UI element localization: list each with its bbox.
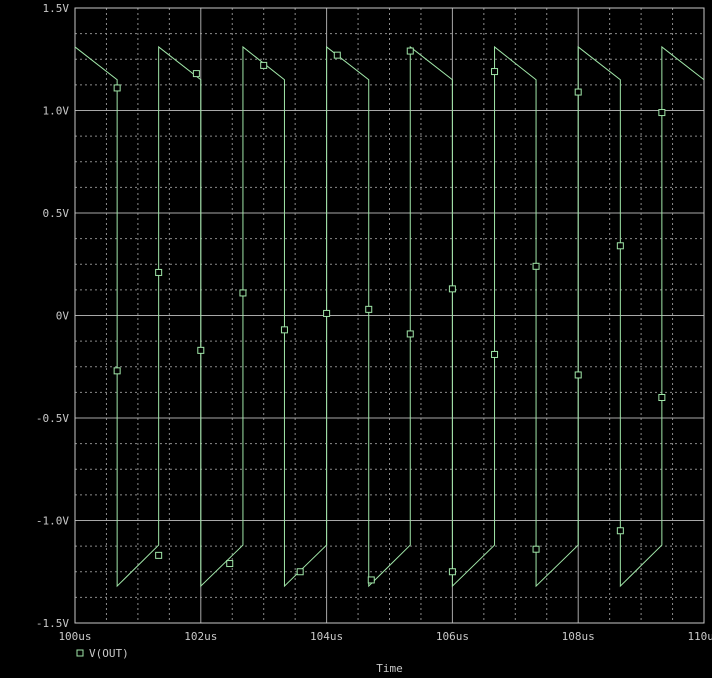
y-tick-label: 1.0V	[43, 105, 70, 118]
legend-label-vout: V(OUT)	[89, 647, 129, 660]
y-tick-label: -1.5V	[36, 617, 69, 630]
data-marker	[658, 109, 666, 117]
data-marker	[616, 242, 624, 250]
data-marker	[532, 545, 540, 553]
x-tick-label: 108us	[562, 630, 595, 643]
y-tick-label: 1.5V	[43, 2, 70, 15]
chart: 1.5V 1.0V 0.5V 0V -0.5V -1.0V -1.5V 100us 102us 1…	[0, 0, 712, 678]
y-tick-label: 0V	[56, 310, 70, 323]
data-marker	[296, 568, 304, 576]
data-marker	[491, 350, 499, 358]
data-marker	[323, 309, 331, 317]
data-marker	[367, 576, 375, 584]
x-tick-label: 110us	[687, 630, 712, 643]
data-marker	[406, 47, 414, 55]
data-marker	[532, 262, 540, 270]
chart-svg: 1.5V 1.0V 0.5V 0V -0.5V -1.0V -1.5V100us 102us 1…	[36, 2, 712, 675]
data-marker	[113, 84, 121, 92]
data-marker	[280, 326, 288, 334]
data-marker	[448, 285, 456, 293]
data-marker	[616, 527, 624, 535]
data-marker	[113, 367, 121, 375]
data-marker	[574, 88, 582, 96]
x-tick-label: 102us	[184, 630, 217, 643]
x-tick-label: 106us	[436, 630, 469, 643]
data-marker	[226, 560, 234, 568]
data-marker	[155, 551, 163, 559]
y-tick-label: 0.5V	[43, 207, 70, 220]
data-marker	[197, 346, 205, 354]
data-marker	[658, 394, 666, 401]
data-marker	[333, 51, 341, 59]
data-marker	[574, 371, 582, 379]
data-marker	[155, 268, 163, 276]
data-marker	[491, 68, 499, 76]
data-marker	[365, 305, 373, 313]
data-marker	[448, 568, 456, 576]
data-marker	[260, 61, 268, 69]
x-axis-title: Time	[376, 662, 403, 675]
data-marker	[192, 70, 200, 78]
data-marker	[239, 289, 247, 297]
y-tick-label: -1.0V	[36, 515, 69, 528]
data-marker	[406, 330, 414, 338]
series-line-vout	[74, 45, 705, 588]
y-tick-label: -0.5V	[36, 412, 69, 425]
legend-marker	[76, 649, 84, 657]
x-tick-label: 100us	[58, 630, 91, 643]
x-tick-label: 104us	[310, 630, 343, 643]
